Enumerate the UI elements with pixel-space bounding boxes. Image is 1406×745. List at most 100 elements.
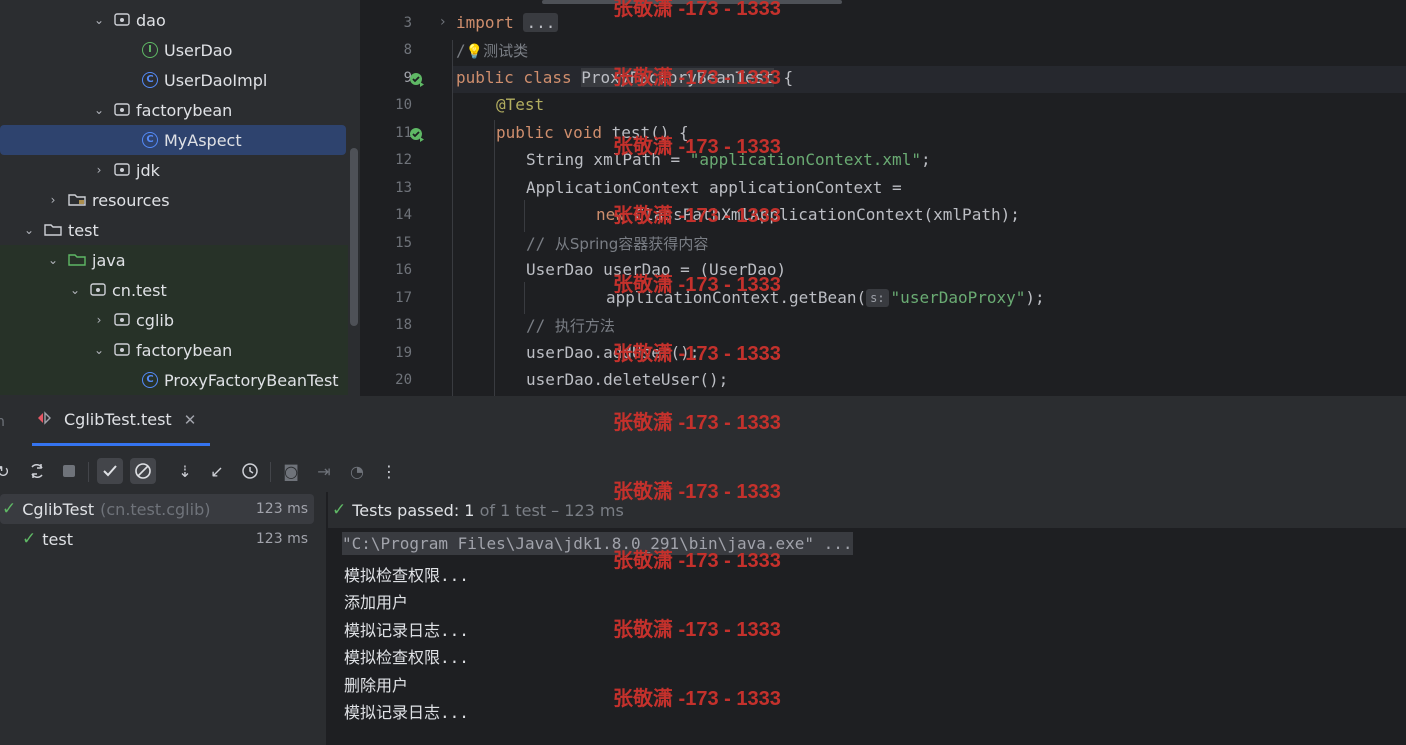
tree-item-userdaoimpl[interactable]: C UserDaoImpl [0,65,348,95]
sort-alpha-icon[interactable]: ⇣ [172,458,198,484]
indent-guide [524,282,525,314]
test-suite-package: (cn.test.cglib) [100,499,211,519]
chevron-down-icon[interactable]: ⌄ [46,253,60,267]
package-icon [114,311,130,330]
tree-item-proxyfactorybeantest[interactable]: C ProxyFactoryBeanTest [0,365,348,395]
tree-item-resources[interactable]: › resources [0,185,348,215]
tree-item-label: UserDaoImpl [164,70,268,90]
chevron-right-icon[interactable]: › [92,313,106,327]
code-line-18[interactable]: // 执行方法 [526,315,615,336]
line-number: 13 [395,180,412,196]
tree-scrollbar[interactable] [350,148,358,326]
package-icon [114,11,130,30]
chevron-down-icon[interactable]: ⌄ [92,103,106,117]
passed-check-icon: ✓ [22,529,37,549]
line-number: 12 [395,152,412,168]
tree-item-label: dao [136,10,166,30]
close-tab-icon[interactable]: ✕ [184,411,197,429]
show-passed-toggle-icon[interactable] [97,458,123,484]
coverage-gauge-icon[interactable]: ◔ [344,458,370,484]
project-tree[interactable]: ⌄ dao I UserDao C UserDaoImpl ⌄ factoryb… [0,0,360,396]
tree-item-jdk[interactable]: › jdk [0,155,348,185]
line-number: 16 [395,262,412,278]
history-icon[interactable] [237,458,263,484]
test-suite-name: CglibTest [22,499,95,519]
code-token: ); [1025,288,1045,307]
package-icon [114,161,130,180]
code-line-3[interactable]: import ... [456,13,559,32]
code-line-10[interactable]: @Test [496,95,544,114]
code-line-20[interactable]: userDao.deleteUser(); [526,370,728,389]
console-line: 模拟检查权限... [344,566,469,585]
tree-item-test[interactable]: ⌄ test [0,215,348,245]
code-line-8[interactable]: /💡测试类 [456,40,528,61]
class-icon: C [142,72,158,88]
rerun-failed-icon[interactable] [24,458,50,484]
line-number: 10 [395,97,412,113]
tree-item-dao[interactable]: ⌄ dao [0,5,348,35]
tree-item-cn-test[interactable]: ⌄ cn.test [0,275,348,305]
chevron-right-icon[interactable]: › [92,163,106,177]
code-token: @Test [496,95,545,114]
test-suite-row[interactable]: ✓ CglibTest (cn.test.cglib) 123 ms [0,494,314,524]
status-count: 1 [464,500,475,520]
toolbar-divider [88,462,89,482]
watermark-text: 张敬潇 -173 - 1333 [613,619,781,641]
chevron-down-icon[interactable]: ⌄ [22,223,36,237]
rerun-icon[interactable]: ↻ [0,458,16,484]
toolbar-divider [270,462,271,482]
import-icon[interactable]: ⇥ [311,458,337,484]
parameter-hint: s: [866,289,889,307]
tree-item-label: java [92,250,126,270]
code-line-15[interactable]: // 从Spring容器获得内容 [526,233,708,254]
tree-item-factorybean-test[interactable]: ⌄ factorybean [0,335,348,365]
code-token: public class [456,68,572,87]
fold-chevron-icon[interactable]: › [440,14,446,30]
more-options-icon[interactable]: ⋮ [376,458,402,484]
tree-item-factorybean[interactable]: ⌄ factorybean [0,95,348,125]
tab-cglibtest[interactable]: CglibTest.test ✕ [36,410,196,429]
camera-icon[interactable]: ◙ [278,458,304,484]
code-token: 执行方法 [554,317,615,335]
passed-check-icon: ✓ [2,499,17,519]
folded-region[interactable]: ... [523,13,559,32]
chevron-down-icon[interactable]: ⌄ [92,13,106,27]
code-line-13[interactable]: ApplicationContext applicationContext = [526,178,902,197]
code-token: 测试类 [483,42,529,60]
package-icon [90,281,106,300]
tree-item-label: test [68,220,99,240]
stop-icon[interactable] [56,458,82,484]
chevron-down-icon[interactable]: ⌄ [68,283,82,297]
code-token: userDao.deleteUser(); [526,370,729,389]
tab-label: CglibTest.test [64,410,172,429]
line-number: 8 [403,42,412,58]
code-token: public void [496,123,602,142]
tree-item-myaspect[interactable]: C MyAspect [0,125,346,155]
code-token: // [526,316,555,335]
code-token: / [456,41,466,60]
overflow-tab-icon[interactable]: n [0,414,5,430]
line-number: 15 [395,235,412,251]
code-editor[interactable]: 3 8 9 10 11 12 13 14 15 16 17 18 19 20 ›… [362,0,1406,396]
tree-item-label: resources [92,190,170,210]
chevron-right-icon[interactable]: › [46,193,60,207]
tree-item-userdao[interactable]: I UserDao [0,35,348,65]
run-test-gutter-icon[interactable] [408,71,424,87]
test-results-tree[interactable]: ✓ CglibTest (cn.test.cglib) 123 ms ✓ tes… [0,492,326,745]
run-test-gutter-icon[interactable] [408,126,424,142]
line-number: 20 [395,372,412,388]
class-icon: C [142,372,158,388]
indent-guide [494,120,495,396]
chevron-down-icon[interactable]: ⌄ [92,343,106,357]
test-case-row[interactable]: ✓ test 123 ms [0,524,314,554]
watermark-text: 张敬潇 -173 - 1333 [613,550,781,572]
status-suffix: of 1 test – 123 ms [474,500,624,520]
tree-item-cglib[interactable]: › cglib [0,305,348,335]
sort-duration-icon[interactable]: ↙ [204,458,230,484]
tree-item-label: factorybean [136,100,233,120]
tree-item-java[interactable]: ⌄ java [0,245,348,275]
console-output[interactable]: ✓ Tests passed: 1 of 1 test – 123 ms "C:… [328,492,1406,745]
lightbulb-icon[interactable]: 💡 [466,44,483,60]
console-line: 添加用户 [344,593,409,612]
show-ignored-toggle-icon[interactable] [130,458,156,484]
